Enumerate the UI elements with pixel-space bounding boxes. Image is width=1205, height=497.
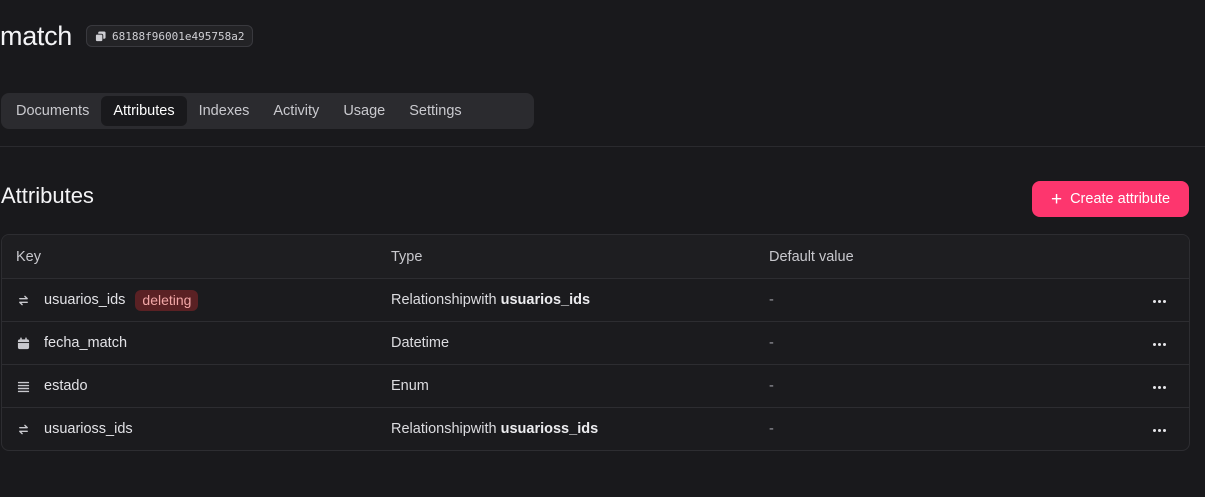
title-row: match 68188f96001e495758a2 — [0, 16, 254, 56]
default-cell: - — [769, 378, 774, 394]
dot-icon — [1162, 385, 1166, 389]
dot-icon — [1152, 342, 1156, 346]
status-badge: deleting — [135, 289, 199, 311]
table-row[interactable]: fecha_match Datetime - — [2, 321, 1189, 364]
header-default: Default value — [769, 248, 854, 265]
type-cell: Datetime — [391, 335, 449, 351]
type-related: usuarioss_ids — [500, 421, 599, 437]
key-cell: estado — [16, 378, 88, 394]
default-cell: - — [769, 292, 774, 308]
table-row[interactable]: usuarios_ids deleting Relationshipwith u… — [2, 278, 1189, 321]
header-type: Type — [391, 248, 423, 265]
type-related: usuarios_ids — [500, 292, 591, 308]
attribute-key: usuarios_ids — [44, 292, 126, 308]
dot-icon — [1162, 299, 1166, 303]
attribute-key: fecha_match — [44, 335, 128, 351]
tab-attributes[interactable]: Attributes — [101, 96, 187, 126]
relationship-icon — [16, 422, 30, 436]
default-cell: - — [769, 335, 774, 351]
dot-icon — [1152, 299, 1156, 303]
dot-icon — [1157, 342, 1161, 346]
tab-settings[interactable]: Settings — [397, 96, 473, 126]
attribute-key: usuarioss_ids — [44, 421, 133, 437]
tab-usage[interactable]: Usage — [331, 96, 397, 126]
create-attribute-label: Create attribute — [1070, 191, 1171, 207]
dot-icon — [1162, 428, 1166, 432]
collection-id-chip[interactable]: 68188f96001e495758a2 — [86, 25, 254, 47]
section-title: Attributes — [1, 183, 94, 208]
dot-icon — [1152, 385, 1156, 389]
page-header: match 68188f96001e495758a2 Documents Att… — [0, 0, 1205, 147]
create-attribute-button[interactable]: + Create attribute — [1032, 181, 1189, 217]
dot-icon — [1152, 428, 1156, 432]
collection-id: 68188f96001e495758a2 — [112, 29, 245, 43]
tab-indexes[interactable]: Indexes — [187, 96, 262, 126]
table-row[interactable]: estado Enum - — [2, 364, 1189, 407]
type-prefix: Datetime — [391, 335, 450, 351]
default-cell: - — [769, 421, 774, 437]
header-key: Key — [16, 248, 41, 265]
type-prefix: Relationshipwith — [391, 421, 501, 437]
calendar-icon — [16, 336, 30, 350]
tab-documents[interactable]: Documents — [4, 96, 101, 126]
type-prefix: Relationshipwith — [391, 292, 501, 308]
relationship-icon — [16, 293, 30, 307]
page-title: match — [0, 20, 73, 51]
type-prefix: Enum — [391, 378, 429, 394]
key-cell: fecha_match — [16, 335, 127, 351]
table-header-row: Key Type Default value — [2, 235, 1189, 278]
plus-icon: + — [1050, 188, 1063, 210]
dot-icon — [1157, 299, 1161, 303]
more-options-button[interactable] — [1149, 377, 1169, 397]
type-cell: Enum — [391, 378, 429, 394]
type-cell: Relationshipwith usuarios_ids — [391, 292, 590, 308]
table-row[interactable]: usuarioss_ids Relationshipwith usuarioss… — [2, 407, 1189, 450]
copy-icon — [95, 30, 106, 42]
dot-icon — [1157, 428, 1161, 432]
more-options-button[interactable] — [1149, 291, 1169, 311]
list-icon — [16, 379, 30, 393]
dot-icon — [1157, 385, 1161, 389]
key-cell: usuarioss_ids — [16, 421, 133, 437]
dot-icon — [1162, 342, 1166, 346]
more-options-button[interactable] — [1149, 420, 1169, 440]
type-cell: Relationshipwith usuarioss_ids — [391, 421, 598, 437]
more-options-button[interactable] — [1149, 334, 1169, 354]
attributes-table: Key Type Default value usuarios_ids dele… — [1, 234, 1190, 451]
tab-bar: Documents Attributes Indexes Activity Us… — [1, 93, 534, 129]
key-cell: usuarios_ids deleting — [16, 289, 199, 311]
attribute-key: estado — [44, 378, 88, 394]
tab-activity[interactable]: Activity — [261, 96, 331, 126]
